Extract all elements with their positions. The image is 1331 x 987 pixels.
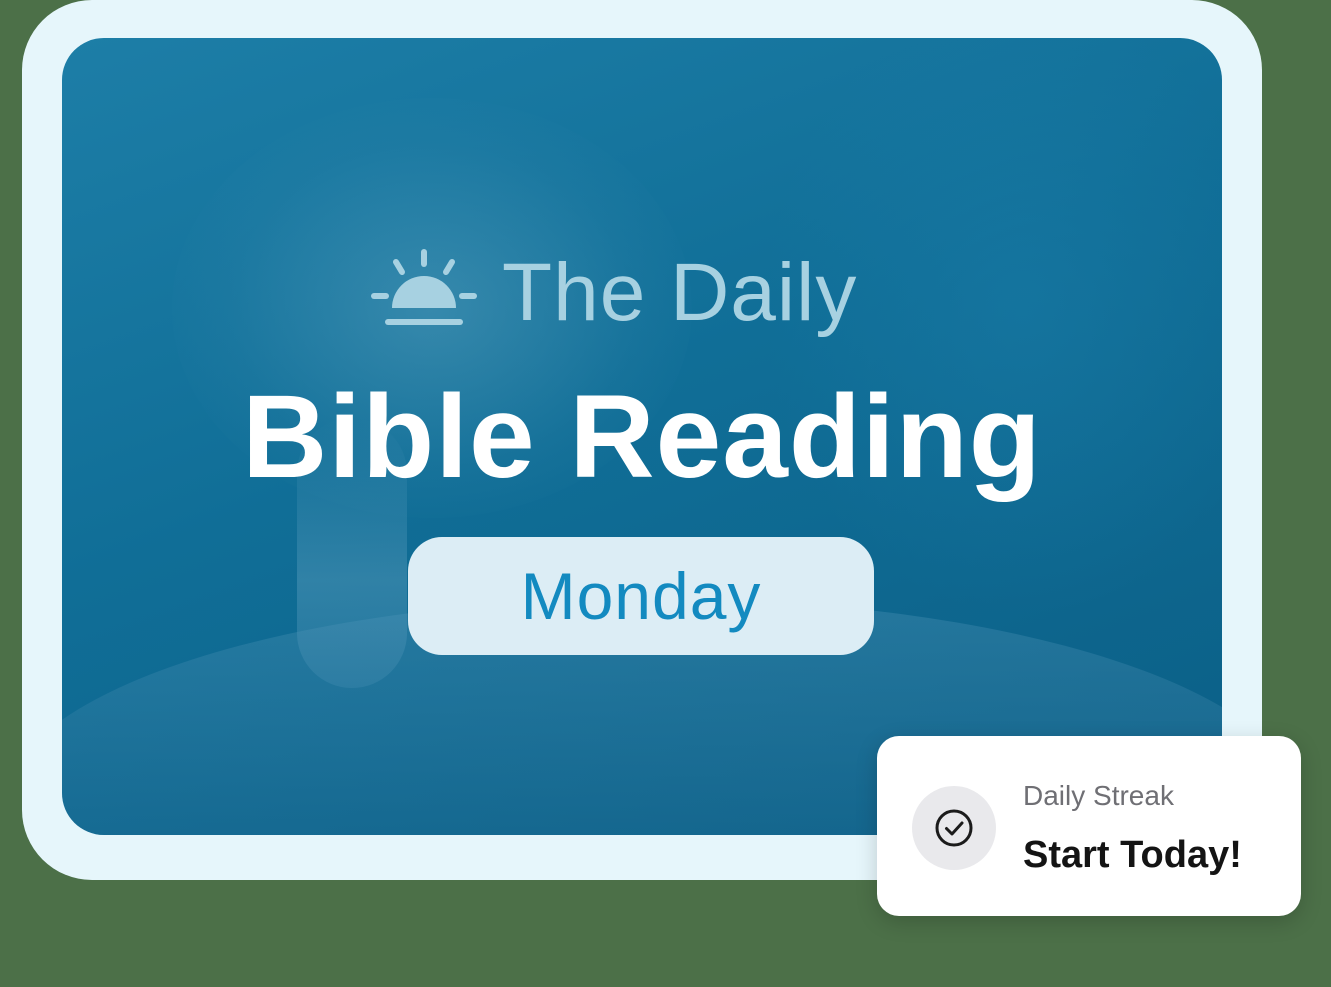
page-title: Bible Reading bbox=[242, 371, 1042, 503]
sunrise-icon bbox=[371, 249, 477, 325]
check-circle-icon bbox=[935, 809, 973, 847]
streak-icon-badge bbox=[912, 786, 996, 870]
day-label: Monday bbox=[520, 559, 762, 633]
brand-text: The Daily bbox=[502, 247, 858, 338]
stage: The Daily Bible Reading Monday Daily Str… bbox=[0, 0, 1331, 987]
day-badge[interactable]: Monday bbox=[408, 537, 874, 655]
bible-reading-card[interactable]: The Daily Bible Reading Monday bbox=[62, 38, 1222, 835]
daily-streak-card[interactable]: Daily Streak Start Today! bbox=[877, 736, 1301, 916]
streak-value: Start Today! bbox=[1023, 834, 1242, 876]
streak-label: Daily Streak bbox=[1023, 780, 1174, 811]
brand-row: The Daily bbox=[370, 243, 857, 343]
